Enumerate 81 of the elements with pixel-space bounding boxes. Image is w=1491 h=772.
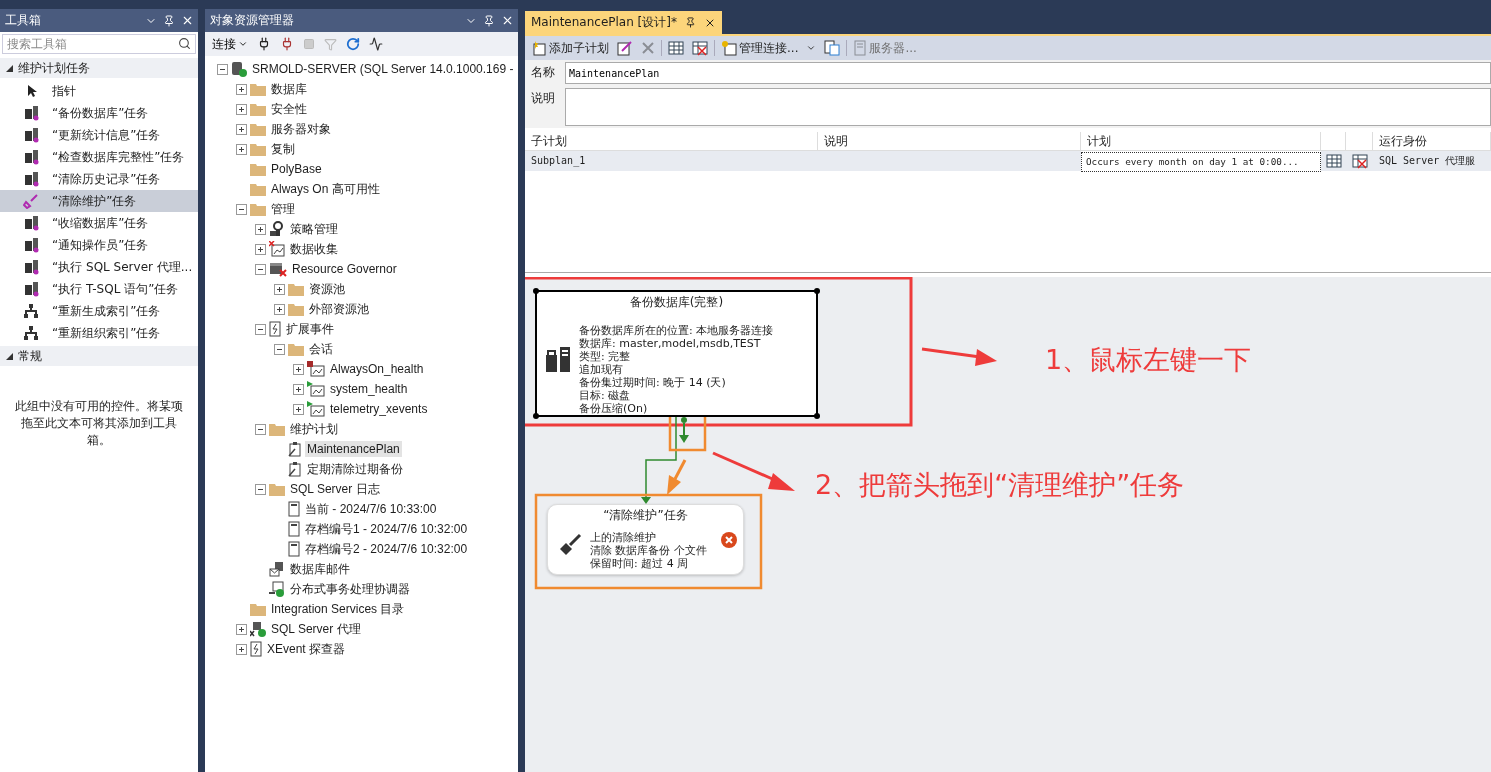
toolbox-item[interactable]: “执行 T-SQL 语句”任务 <box>0 278 198 300</box>
column-header: 计划 <box>1081 132 1321 151</box>
panel-title: 对象资源管理器 <box>210 12 295 29</box>
task-detail: 上的清除维护 <box>590 531 657 544</box>
tree-item[interactable]: 策略管理 <box>288 219 340 239</box>
toolbox-item[interactable]: “清除历史记录”任务 <box>0 168 198 190</box>
empty-message: 此组中没有可用的控件。将某项拖至此文本可将其添加到工具箱。 <box>14 398 184 449</box>
column-header: 说明 <box>818 132 1081 151</box>
task-detail: 备份数据库所在的位置: 本地服务器连接 <box>579 324 774 337</box>
tree-item[interactable]: 分布式事务处理协调器 <box>288 579 412 599</box>
tree-item[interactable]: SRMOLD-SERVER (SQL Server 14.0.1000.169 - <box>250 61 516 77</box>
search-field[interactable]: 搜索工具箱 <box>2 34 196 54</box>
tree-item[interactable]: 存档编号2 - 2024/7/6 10:32:00 <box>303 539 470 559</box>
tree-item[interactable]: 数据库邮件 <box>288 559 352 579</box>
column-header: 子计划 <box>525 132 818 151</box>
tree-item[interactable]: PolyBase <box>269 161 324 177</box>
group-header[interactable]: 维护计划任务 <box>0 58 198 78</box>
group-label: 维护计划任务 <box>18 59 90 77</box>
table-cell: SQL Server 代理服 <box>1373 151 1491 171</box>
task-detail: 清除 数据库备份 个文件 <box>590 544 707 557</box>
toolbox-item[interactable]: “收缩数据库”任务 <box>0 212 198 234</box>
task-detail: 目标: 磁盘 <box>579 389 632 402</box>
table-cell: Subplan_1 <box>525 151 818 171</box>
task-detail: 备份压缩(On) <box>579 402 649 415</box>
task-box[interactable]: “清除维护”任务 上的清除维护 清除 数据库备份 个文件 保留时间: 超过 4 周 <box>547 504 744 575</box>
toolbox-item[interactable]: “检查数据库完整性”任务 <box>0 146 198 168</box>
toolbox-item[interactable]: “清除维护”任务 <box>0 190 198 212</box>
tree-item[interactable]: 当前 - 2024/7/6 10:33:00 <box>303 499 439 519</box>
group-label: 常规 <box>18 347 42 365</box>
tree-item[interactable]: 安全性 <box>269 99 309 119</box>
task-detail: 类型: 完整 <box>579 350 632 363</box>
tree-item[interactable]: Integration Services 目录 <box>269 599 407 619</box>
task-box[interactable]: 备份数据库(完整) 备份数据库所在的位置: 本地服务器连接 数据库: master,model,msdb,TEST 类型: 完整 追加现有 备份集过期时间: 晚于 14 (天) 目标: 磁盘 备份压缩(On) <box>535 290 818 417</box>
task-title: “清除维护”任务 <box>602 507 689 522</box>
toolbox-item[interactable]: “更新统计信息”任务 <box>0 124 198 146</box>
group-header[interactable]: 常规 <box>0 346 198 366</box>
task-detail: 数据库: master,model,msdb,TEST <box>579 337 762 350</box>
toolbox-item[interactable]: “备份数据库”任务 <box>0 102 198 124</box>
toolbar-button[interactable]: 添加子计划 <box>529 39 611 57</box>
toolbox-item[interactable]: “执行 SQL Server 代理... <box>0 256 198 278</box>
annotation-text: 1、鼠标左键一下 <box>1045 343 1252 377</box>
tree-item[interactable]: 服务器对象 <box>269 119 333 139</box>
tree-item[interactable]: 扩展事件 <box>284 319 336 339</box>
tree-item[interactable]: MaintenancePlan <box>305 441 402 457</box>
tree-item[interactable]: 数据收集 <box>288 239 340 259</box>
tree-item[interactable]: system_health <box>328 381 410 397</box>
annotation-text: 2、把箭头拖到“清理维护”任务 <box>815 468 1185 502</box>
document-tab[interactable]: MaintenancePlan [设计]* <box>525 11 722 34</box>
connect-button[interactable]: 连接 <box>212 35 248 53</box>
tree-item[interactable]: 维护计划 <box>288 419 340 439</box>
tree-item[interactable]: AlwaysOn_health <box>328 361 426 377</box>
column-header: 运行身份 <box>1373 132 1491 151</box>
tree-item[interactable]: SQL Server 代理 <box>269 619 363 639</box>
tree-item[interactable]: 会话 <box>307 339 335 359</box>
field-label: 名称 <box>531 64 556 81</box>
tree-item[interactable]: 管理 <box>269 199 297 219</box>
toolbox-item[interactable]: “重新组织索引”任务 <box>0 322 198 344</box>
tab-title: MaintenancePlan [设计]* <box>531 14 677 31</box>
schedule-field[interactable]: Occurs every month on day 1 at 0:00... <box>1081 152 1321 172</box>
toolbox-item[interactable]: 指针 <box>0 80 198 102</box>
task-detail: 备份集过期时间: 晚于 14 (天) <box>579 376 727 389</box>
toolbox-item[interactable]: “通知操作员”任务 <box>0 234 198 256</box>
panel-title: 工具箱 <box>5 12 42 29</box>
tree-item[interactable]: 定期清除过期备份 <box>305 459 405 479</box>
tree-item[interactable]: XEvent 探查器 <box>265 639 348 659</box>
tree-item[interactable]: 存档编号1 - 2024/7/6 10:32:00 <box>303 519 470 539</box>
tree-item[interactable]: Always On 高可用性 <box>269 179 382 199</box>
name-field[interactable]: MaintenancePlan <box>565 62 1491 84</box>
task-title: 备份数据库(完整) <box>628 294 725 309</box>
tree-item[interactable]: 资源池 <box>307 279 347 299</box>
tree-item[interactable]: 复制 <box>269 139 297 159</box>
toolbar-button[interactable]: 管理连接... <box>719 39 819 57</box>
toolbox-item[interactable]: “重新生成索引”任务 <box>0 300 198 322</box>
task-detail: 追加现有 <box>579 363 624 376</box>
tree-item[interactable]: telemetry_xevents <box>328 401 430 417</box>
task-detail: 保留时间: 超过 4 周 <box>590 557 690 570</box>
tree-item[interactable]: 外部资源池 <box>307 299 371 319</box>
field-label: 说明 <box>531 90 556 107</box>
tree-item[interactable]: SQL Server 日志 <box>288 479 382 499</box>
tree-item[interactable]: Resource Governor <box>290 261 399 277</box>
tree-item[interactable]: 数据库 <box>269 79 309 99</box>
